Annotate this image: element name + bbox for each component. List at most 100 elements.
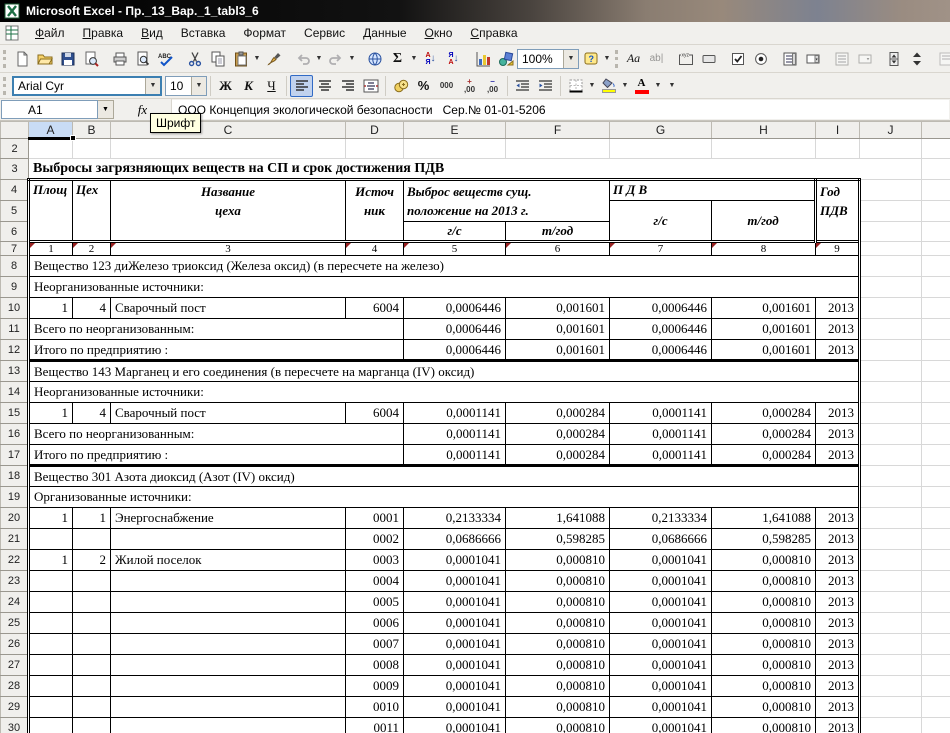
cell[interactable]: [860, 466, 922, 487]
substance-row[interactable]: Вещество 123 диЖелезо триоксид (Железа о…: [29, 256, 860, 277]
forms-spinner-button[interactable]: [882, 48, 905, 70]
cell[interactable]: [922, 613, 950, 634]
menu-tools[interactable]: Сервис: [295, 23, 354, 43]
header-cell-vybros-gs[interactable]: г/с: [404, 222, 506, 242]
column-header-B[interactable]: B: [73, 122, 111, 139]
cell[interactable]: 2013: [816, 508, 860, 529]
cell[interactable]: [860, 403, 922, 424]
save-button[interactable]: [56, 48, 79, 70]
file-search-button[interactable]: [79, 48, 102, 70]
cell[interactable]: [73, 676, 111, 697]
cell[interactable]: 0,000284: [506, 445, 610, 466]
chart-wizard-button[interactable]: [471, 48, 494, 70]
row-header-18[interactable]: 18: [1, 466, 29, 487]
drawing-button[interactable]: [494, 48, 517, 70]
cell[interactable]: 0,001601: [712, 298, 816, 319]
autosum-dropdown-arrow[interactable]: ▼: [409, 55, 419, 62]
cell[interactable]: 2013: [816, 697, 860, 718]
cell[interactable]: 0,000810: [506, 697, 610, 718]
font-name-combobox[interactable]: Arial Cyr ▼: [12, 76, 162, 96]
source-type-row[interactable]: Неорганизованные источники:: [29, 382, 860, 403]
cell[interactable]: 1,641088: [506, 508, 610, 529]
cell[interactable]: [860, 676, 922, 697]
cell[interactable]: 2: [73, 550, 111, 571]
cell[interactable]: [29, 634, 73, 655]
row-header-19[interactable]: 19: [1, 487, 29, 508]
cell[interactable]: 0,000810: [506, 571, 610, 592]
cell[interactable]: 6004: [346, 298, 404, 319]
header-cell-god-pdv[interactable]: Год ПДВ: [816, 180, 860, 242]
select-all-corner[interactable]: [1, 122, 29, 139]
cell[interactable]: [860, 361, 922, 382]
forms-label-button[interactable]: Aa: [622, 48, 645, 70]
row-header-28[interactable]: 28: [1, 676, 29, 697]
cell[interactable]: [860, 655, 922, 676]
colnum-cell[interactable]: 2: [73, 242, 111, 256]
cell[interactable]: 0,001601: [506, 319, 610, 340]
cell[interactable]: 2013: [816, 424, 860, 445]
column-header-A[interactable]: A: [29, 122, 73, 139]
cell[interactable]: 2013: [816, 592, 860, 613]
sheet-title-cell[interactable]: Выбросы загрязняющих веществ на СП и сро…: [29, 159, 860, 180]
cell[interactable]: [860, 382, 922, 403]
formula-input[interactable]: ООО Концепция экологической безопасности…: [172, 100, 949, 119]
menu-view[interactable]: Вид: [132, 23, 172, 43]
cell[interactable]: 0,0001041: [404, 613, 506, 634]
row-header-10[interactable]: 10: [1, 298, 29, 319]
new-document-button[interactable]: [10, 48, 33, 70]
forms-edit-box-button[interactable]: ab|: [645, 48, 668, 70]
sort-descending-button[interactable]: ЯА ↓: [442, 48, 465, 70]
cell[interactable]: Жилой поселок: [111, 550, 346, 571]
cell[interactable]: [860, 634, 922, 655]
cell[interactable]: 0005: [346, 592, 404, 613]
cell[interactable]: 0,0001041: [404, 697, 506, 718]
toolbar-edge-partial-button[interactable]: [934, 48, 950, 70]
column-header-G[interactable]: G: [610, 122, 712, 139]
cell[interactable]: [922, 159, 950, 180]
header-cell-tseh[interactable]: Цех: [73, 180, 111, 242]
cell[interactable]: [29, 529, 73, 550]
row-header-24[interactable]: 24: [1, 592, 29, 613]
cell[interactable]: Сварочный пост: [111, 298, 346, 319]
menu-edit[interactable]: Правка: [74, 23, 133, 43]
row-header-16[interactable]: 16: [1, 424, 29, 445]
help-dropdown-arrow[interactable]: ▼: [602, 55, 612, 62]
total-label-cell[interactable]: Всего по неорганизованным:: [29, 424, 404, 445]
forms-combo-box-button[interactable]: [801, 48, 824, 70]
forms-list-box-button[interactable]: [778, 48, 801, 70]
cell[interactable]: [73, 139, 111, 159]
cell[interactable]: 0,0006446: [404, 340, 506, 361]
cell[interactable]: 0,0001141: [404, 403, 506, 424]
cell[interactable]: 2013: [816, 403, 860, 424]
borders-dropdown-arrow[interactable]: ▼: [587, 82, 597, 89]
underline-button[interactable]: Ч: [260, 75, 283, 97]
column-header-H[interactable]: H: [712, 122, 816, 139]
spelling-button[interactable]: ABC: [154, 48, 177, 70]
cell[interactable]: 0,0001041: [404, 592, 506, 613]
cell[interactable]: 0,0001041: [610, 550, 712, 571]
cell[interactable]: 0,0001041: [610, 634, 712, 655]
cell[interactable]: [860, 340, 922, 361]
cell[interactable]: [73, 571, 111, 592]
cell[interactable]: [922, 466, 950, 487]
source-type-row[interactable]: Организованные источники:: [29, 487, 860, 508]
header-cell-ploshch[interactable]: Площ: [29, 180, 73, 242]
cell[interactable]: 0,2133334: [610, 508, 712, 529]
row-header-25[interactable]: 25: [1, 613, 29, 634]
row-header-3[interactable]: 3: [1, 159, 29, 180]
colnum-cell[interactable]: 3: [111, 242, 346, 256]
cell[interactable]: [922, 319, 950, 340]
cell[interactable]: 0,0001041: [404, 676, 506, 697]
cell[interactable]: 0007: [346, 634, 404, 655]
font-name-dropdown-arrow[interactable]: ▼: [145, 78, 160, 94]
cell[interactable]: 0008: [346, 655, 404, 676]
cell[interactable]: 6004: [346, 403, 404, 424]
decrease-decimal-button[interactable]: −,00: [481, 75, 504, 97]
zoom-dropdown-arrow[interactable]: ▼: [563, 50, 578, 68]
paste-dropdown-arrow[interactable]: ▼: [252, 55, 262, 62]
cell[interactable]: [111, 718, 346, 733]
cell[interactable]: [860, 180, 922, 201]
cell[interactable]: [922, 676, 950, 697]
cell[interactable]: 0,0006446: [404, 298, 506, 319]
cell[interactable]: 0001: [346, 508, 404, 529]
